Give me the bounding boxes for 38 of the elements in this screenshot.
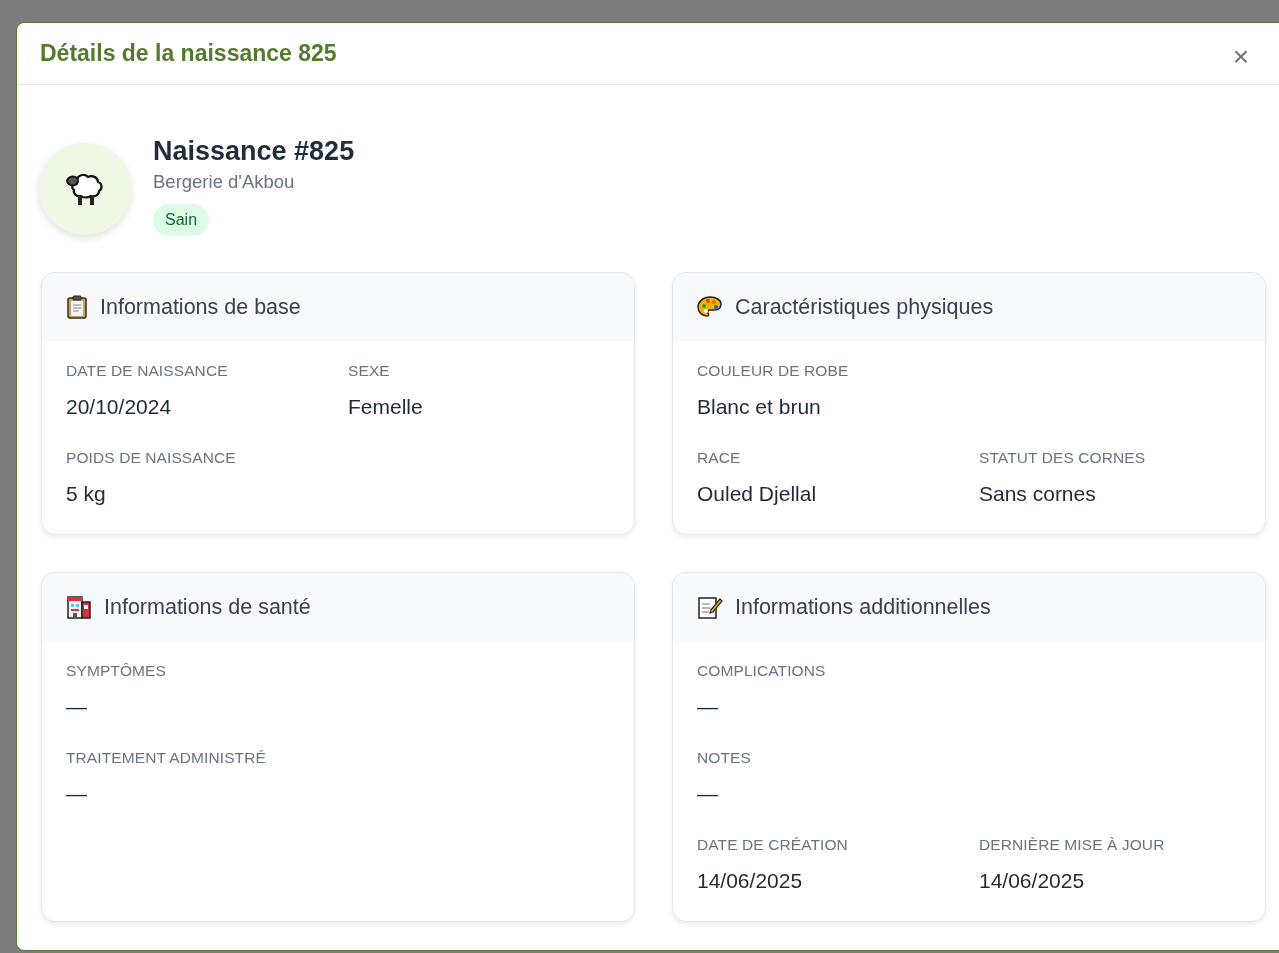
field-value: — <box>66 694 88 720</box>
field-value: 20/10/2024 <box>66 394 173 420</box>
field-label: DERNIÈRE MISE À JOUR <box>979 835 1166 855</box>
field-value: Blanc et brun <box>697 394 822 420</box>
field-value: — <box>66 781 88 807</box>
field-label: COULEUR DE ROBE <box>697 361 850 381</box>
field-label: STATUT DES CORNES <box>979 448 1147 468</box>
field-label: SEXE <box>348 361 391 381</box>
field-label: DATE DE NAISSANCE <box>66 361 229 381</box>
field-value: Femelle <box>348 394 424 420</box>
status-badge: Sain <box>153 204 210 236</box>
field-label: POIDS DE NAISSANCE <box>66 448 237 468</box>
card-title: Informations additionnelles <box>735 594 991 620</box>
field-label: RACE <box>697 448 742 468</box>
field-value: 14/06/2025 <box>697 868 804 894</box>
field-value: 14/06/2025 <box>979 868 1086 894</box>
sheep-icon <box>65 171 105 207</box>
close-button[interactable]: × <box>1228 42 1253 71</box>
field-value: Sans cornes <box>979 481 1097 507</box>
card-title: Informations de base <box>100 294 301 320</box>
field-value: — <box>697 781 719 807</box>
field-label: DATE DE CRÉATION <box>697 835 849 855</box>
clipboard-icon <box>66 295 88 319</box>
farm-name: Bergerie d'Akbou <box>153 170 295 194</box>
field-label: SYMPTÔMES <box>66 661 167 681</box>
field-value: — <box>697 694 719 720</box>
field-label: TRAITEMENT ADMINISTRÉ <box>66 748 267 768</box>
memo-icon <box>697 595 723 619</box>
hospital-icon <box>66 595 92 619</box>
field-label: NOTES <box>697 748 752 768</box>
card-title: Informations de santé <box>104 594 311 620</box>
palette-icon <box>697 295 723 319</box>
birth-title: Naissance #825 <box>153 135 355 168</box>
card-title: Caractéristiques physiques <box>735 294 994 320</box>
field-value: 5 kg <box>66 481 107 507</box>
modal-title: Détails de la naissance 825 <box>40 40 337 67</box>
field-label: COMPLICATIONS <box>697 661 827 681</box>
field-value: Ouled Djellal <box>697 481 818 507</box>
